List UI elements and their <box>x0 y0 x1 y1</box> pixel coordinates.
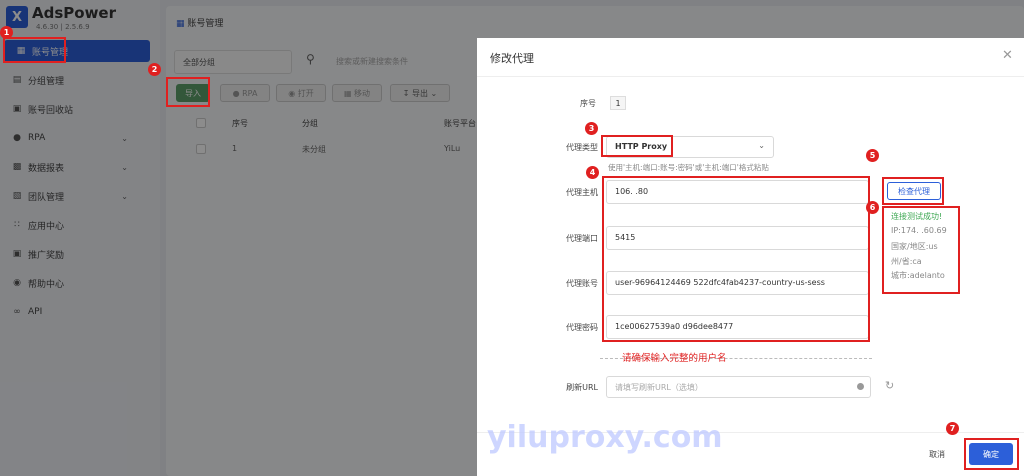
annotation-box-6 <box>882 206 960 294</box>
annotation-badge-2: 2 <box>148 63 161 76</box>
annotation-box-4 <box>602 176 870 342</box>
annotation-box-5 <box>882 177 944 205</box>
annotation-badge-1: 1 <box>0 26 13 39</box>
proxy-port-label: 代理端口 <box>566 234 598 243</box>
cancel-button[interactable]: 取消 <box>929 449 945 460</box>
annotation-badge-4: 4 <box>586 166 599 179</box>
annotation-box-2 <box>166 77 210 107</box>
annotation-box-7 <box>964 438 1019 470</box>
annotation-badge-6: 6 <box>866 201 879 214</box>
refresh-url-label: 刷新URL <box>566 383 598 392</box>
annotation-badge-7: 7 <box>946 422 959 435</box>
annotation-badge-5: 5 <box>866 149 879 162</box>
annotation-box-3 <box>601 135 673 157</box>
help-dot-icon <box>857 383 864 390</box>
proxy-type-label: 代理类型 <box>566 143 598 152</box>
refresh-url-input[interactable]: 请填写刷新URL（选填） <box>606 376 871 398</box>
seq-label: 序号 <box>580 99 596 108</box>
proxy-host-label: 代理主机 <box>566 188 598 197</box>
proxy-password-label: 代理密码 <box>566 323 598 332</box>
proxy-account-label: 代理账号 <box>566 279 598 288</box>
dialog-title: 修改代理 <box>490 52 534 65</box>
refresh-icon[interactable]: ↻ <box>885 379 894 392</box>
dialog-header-divider <box>477 76 1024 77</box>
seq-value: 1 <box>610 96 626 110</box>
chevron-down-icon: ⌄ <box>758 141 765 150</box>
paste-format-hint: 使用'主机:端口:账号:密码'或'主机:端口'格式粘贴 <box>608 163 769 172</box>
annotation-badge-3: 3 <box>585 122 598 135</box>
close-icon[interactable]: ✕ <box>1002 48 1013 63</box>
watermark: yiluproxy.com <box>487 420 723 455</box>
username-warning: 请确保输入完整的用户名 <box>622 353 727 364</box>
annotation-box-1 <box>3 37 66 63</box>
